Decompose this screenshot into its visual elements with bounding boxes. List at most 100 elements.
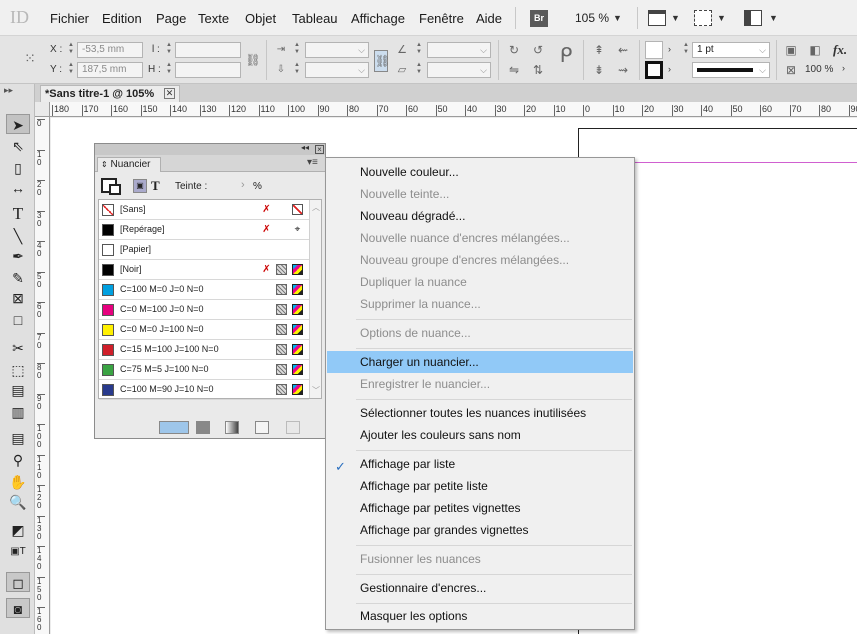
ruler-origin[interactable] (35, 102, 50, 117)
free-transform-tool-icon[interactable]: ⬚ (6, 360, 30, 380)
menu-texte[interactable]: Texte (198, 11, 229, 26)
formatting-container-icon[interactable]: ▣T (6, 542, 30, 562)
gradient-swatch-tool-icon[interactable]: ▤ (6, 380, 30, 400)
rotate-cw-icon[interactable]: ↻ (506, 42, 522, 58)
select-content-icon[interactable]: ⇟ (591, 62, 607, 78)
stroke-type-field[interactable]: ⌵ (692, 62, 770, 78)
new-swatch-icon[interactable] (255, 421, 269, 434)
bridge-button[interactable]: Br (530, 10, 548, 27)
rotate-spinner[interactable]: ▲ ▼ (415, 42, 423, 58)
swatch-row[interactable]: [Sans] ✗ (99, 200, 309, 220)
menu-hide-options[interactable]: Masquer les options (327, 605, 633, 627)
zoom-dropdown-icon[interactable]: ▼ (613, 13, 622, 23)
menu-tableau[interactable]: Tableau (292, 11, 338, 26)
container-format-icon[interactable]: ▣ (133, 179, 147, 193)
rotate-field[interactable]: ⌵ (427, 42, 491, 58)
direct-selection-tool-icon[interactable]: ⇖ (6, 136, 30, 156)
zoom-tool-icon[interactable]: 🔍 (6, 492, 30, 512)
gap-tool-icon[interactable]: ↔ (6, 178, 30, 198)
note-tool-icon[interactable]: ▤ (6, 428, 30, 448)
screen-mode-dropdown-icon[interactable]: ▼ (717, 13, 726, 23)
menu-view-small-list[interactable]: Affichage par petite liste (327, 475, 633, 497)
opacity-value[interactable]: 100 % (805, 64, 833, 75)
zoom-level[interactable]: 105 % (575, 11, 609, 25)
x-position-field[interactable]: -53,5 mm (77, 42, 143, 58)
swatch-row[interactable]: C=100 M=90 J=10 N=0 (99, 380, 309, 400)
scale-x-spinner[interactable]: ▲ ▼ (293, 42, 301, 58)
width-field[interactable] (175, 42, 241, 58)
fill-stroke-icon[interactable]: ◩ (6, 520, 30, 540)
menu-new-mixed-ink-group[interactable]: Nouveau groupe d'encres mélangées... (327, 249, 633, 271)
panel-menu-icon[interactable]: ▾≡ (307, 157, 318, 168)
swatch-row[interactable]: C=0 M=100 J=0 N=0 (99, 300, 309, 320)
scissors-tool-icon[interactable]: ✂ (6, 338, 30, 358)
preview-mode-icon[interactable]: ◙ (6, 598, 30, 618)
show-color-swatches-icon[interactable] (196, 421, 210, 434)
screen-mode-icon[interactable] (694, 10, 712, 26)
fx-button[interactable]: fx. (833, 42, 847, 58)
swatch-row[interactable]: [Repérage] ✗ ⌖ (99, 220, 309, 240)
menu-new-tint[interactable]: Nouvelle teinte... (327, 183, 633, 205)
page-tool-icon[interactable]: ▯ (6, 158, 30, 178)
menu-new-gradient[interactable]: Nouveau dégradé... (327, 205, 633, 227)
text-format-icon[interactable]: T (151, 178, 160, 194)
panel-title-bar[interactable]: ◂◂ × (95, 143, 325, 155)
swatch-row[interactable]: C=15 M=100 J=100 N=0 (99, 340, 309, 360)
height-field[interactable] (175, 62, 241, 78)
menu-view-large-thumbnails[interactable]: Affichage par grandes vignettes (327, 519, 633, 541)
menu-view-small-thumbnails[interactable]: Affichage par petites vignettes (327, 497, 633, 519)
flip-vertical-icon[interactable]: ⇅ (530, 62, 546, 78)
type-tool-icon[interactable]: T (6, 204, 30, 224)
menu-load-swatches[interactable]: Charger un nuancier... (327, 351, 633, 373)
view-options-icon[interactable] (648, 10, 666, 26)
horizontal-ruler[interactable]: 180 170 160 150 140 130 120 110 100 90 80 70 60 50 40 3… (50, 102, 857, 117)
menu-affichage[interactable]: Affichage (351, 11, 405, 26)
rectangle-frame-tool-icon[interactable]: ⊠ (6, 288, 30, 308)
menu-add-unnamed-colors[interactable]: Ajouter les couleurs sans nom (327, 424, 633, 446)
vertical-ruler[interactable]: 0 1 0 2 0 3 0 4 0 5 0 6 0 7 0 8 0 9 0 1 0 0 1 1 0 1 … (35, 117, 50, 634)
fill-swatch[interactable] (645, 41, 663, 59)
selection-tool-icon[interactable]: ➤ (6, 114, 30, 134)
swatch-row[interactable]: [Noir] ✗ (99, 260, 309, 280)
swatch-row[interactable]: C=0 M=0 J=100 N=0 (99, 320, 309, 340)
view-options-dropdown-icon[interactable]: ▼ (671, 13, 680, 23)
select-container-icon[interactable]: ⇞ (591, 42, 607, 58)
menu-select-unused[interactable]: Sélectionner toutes les nuances inutilis… (327, 402, 633, 424)
constrain-scale-icon[interactable]: ⛓ (374, 50, 390, 72)
delete-swatch-icon[interactable] (286, 421, 300, 434)
arrange-documents-icon[interactable] (744, 10, 762, 26)
document-tab[interactable]: *Sans titre-1 @ 105% ✕ (40, 85, 180, 102)
select-next-icon[interactable]: ⇝ (615, 62, 631, 78)
menu-fenetre[interactable]: Fenêtre (419, 11, 464, 26)
close-panel-icon[interactable]: × (315, 145, 324, 154)
flip-horizontal-icon[interactable]: ⇋ (506, 62, 522, 78)
fill-dropdown-icon[interactable]: › (668, 44, 671, 54)
swatch-row[interactable]: [Papier] (99, 240, 309, 260)
menu-view-list[interactable]: ✓ Affichage par liste (327, 453, 633, 475)
line-tool-icon[interactable]: ╲ (6, 226, 30, 246)
swatch-row[interactable]: C=100 M=0 J=0 N=0 (99, 280, 309, 300)
menu-delete-swatch[interactable]: Supprimer la nuance... (327, 293, 633, 315)
select-previous-icon[interactable]: ⇜ (615, 42, 631, 58)
x-spinner[interactable]: ▲ ▼ (67, 42, 75, 58)
y-spinner[interactable]: ▲ ▼ (67, 62, 75, 78)
menu-new-color[interactable]: Nouvelle couleur... (327, 161, 633, 183)
constrain-proportions-icon[interactable]: ⛓ (245, 52, 261, 68)
swatches-tab[interactable]: ⇕ Nuancier (97, 157, 161, 172)
swatch-row[interactable]: C=75 M=5 J=100 N=0 (99, 360, 309, 380)
stroke-weight-field[interactable]: 1 pt ⌵ (692, 42, 770, 58)
shear-field[interactable]: ⌵ (427, 62, 491, 78)
stroke-weight-spinner[interactable]: ▲ ▼ (682, 42, 690, 58)
menu-objet[interactable]: Objet (245, 11, 276, 26)
pencil-tool-icon[interactable]: ✎ (6, 268, 30, 288)
effects-icon[interactable]: ◧ (807, 42, 823, 58)
width-spinner[interactable]: ▲ ▼ (165, 42, 173, 58)
menu-ink-manager[interactable]: Gestionnaire d'encres... (327, 577, 633, 599)
menu-duplicate-swatch[interactable]: Dupliquer la nuance (327, 271, 633, 293)
hand-tool-icon[interactable]: ✋ (6, 472, 30, 492)
menu-save-swatches[interactable]: Enregistrer le nuancier... (327, 373, 633, 395)
menu-fichier[interactable]: Fichier (50, 11, 89, 26)
scale-y-spinner[interactable]: ▲ ▼ (293, 62, 301, 78)
show-all-swatches-icon[interactable] (159, 421, 189, 434)
collapse-panel-icon[interactable]: ▸▸ (4, 85, 13, 96)
